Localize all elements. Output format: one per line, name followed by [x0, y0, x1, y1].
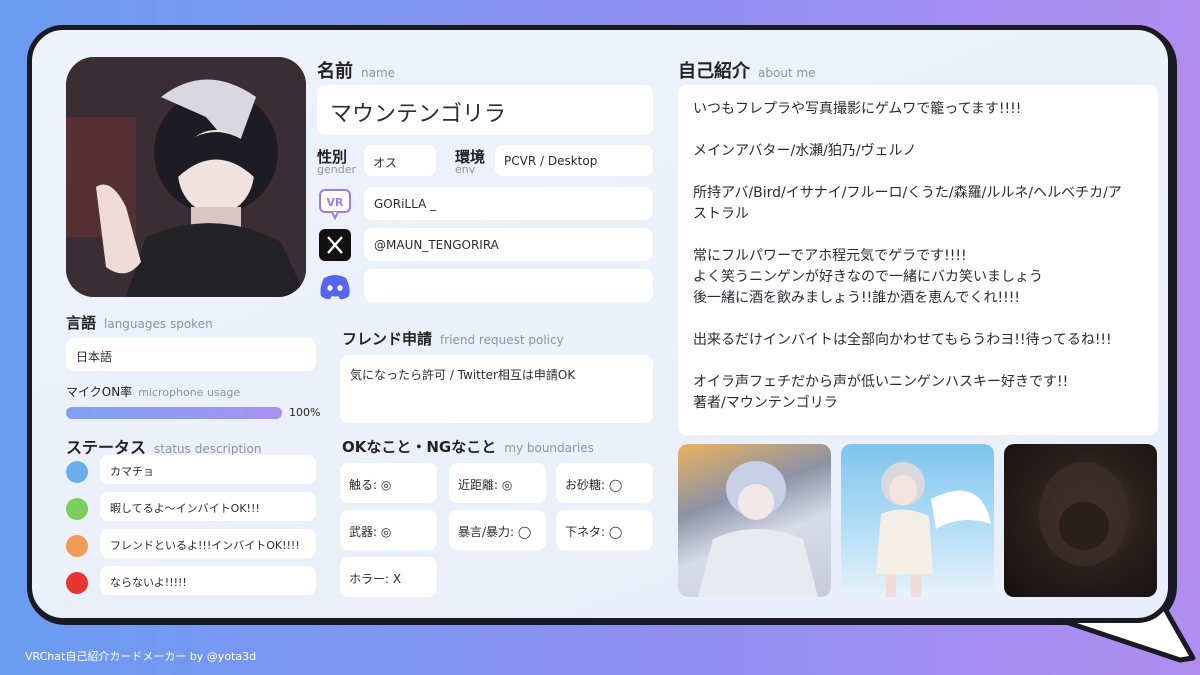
vrchat-icon: VR — [319, 189, 351, 221]
profile-card: 名前 name マウンテンゴリラ 性別 gender オス 環境 env PCVR… — [27, 25, 1173, 623]
languages-label: 言語 languages spoken — [66, 314, 213, 332]
gallery-photo-1 — [678, 444, 831, 597]
languages-field: 日本語 — [66, 338, 316, 371]
mic-label: マイクON率 microphone usage — [66, 385, 241, 399]
boundary-item-text: 下ネタ: ◯ — [565, 525, 623, 539]
avatar-image — [66, 57, 306, 297]
boundary-item-text: ホラー: X — [349, 572, 402, 586]
x-logo-icon — [319, 229, 351, 261]
about-text: いつもフレプラや写真撮影にゲムワで籠ってます!!!! メインアバター/水瀬/狛乃… — [693, 101, 1122, 411]
name-label: 名前 name — [317, 61, 396, 82]
name-value: マウンテンゴリラ — [330, 102, 507, 127]
gender-value: オス — [373, 156, 398, 170]
mic-usage-bar-fill — [66, 407, 282, 419]
footer-credit: VRChat自己紹介カードメーカー by @yota3d — [25, 650, 257, 663]
name-field: マウンテンゴリラ — [317, 85, 653, 135]
discord-icon — [320, 275, 350, 300]
vrchat-id-value: GORiLLA _ — [374, 197, 437, 211]
friend-policy-value: 気になったら許可 / Twitter相互は申請OK — [350, 368, 576, 382]
status-dot — [66, 461, 88, 483]
vrchat-id-field: GORiLLA _ — [364, 187, 653, 220]
boundaries-label: OKなこと・NGなこと my boundaries — [342, 438, 594, 456]
about-label: 自己紹介 about me — [678, 61, 816, 82]
boundary-item: お砂糖: ◯ — [556, 463, 653, 503]
status-item: ならないよ!!!!! — [100, 566, 316, 595]
friend-policy-field: 気になったら許可 / Twitter相互は申請OK — [340, 355, 653, 423]
boundary-item: 近距離: ◎ — [449, 463, 546, 503]
status-dot — [66, 498, 88, 520]
status-item-text: 暇してるよ〜インバイトOK!!! — [110, 502, 260, 515]
boundary-item-text: 暴言/暴力: ◯ — [458, 525, 532, 539]
env-field: PCVR / Desktop — [495, 145, 653, 176]
friend-policy-label: フレンド申請 friend request policy — [342, 330, 564, 348]
status-item-text: フレンドといるよ!!!インバイトOK!!!! — [110, 539, 300, 552]
gender-label-en: gender — [317, 163, 356, 176]
status-item-text: カマチョ — [110, 465, 154, 478]
env-value: PCVR / Desktop — [504, 154, 598, 168]
languages-value: 日本語 — [76, 350, 113, 364]
status-dot — [66, 535, 88, 557]
boundary-item-text: 触る: ◎ — [349, 478, 392, 492]
gallery-photo-2 — [841, 444, 994, 597]
status-item: カマチョ — [100, 455, 316, 484]
gallery-photo-3 — [1004, 444, 1157, 597]
gender-field: オス — [364, 145, 436, 176]
env-label-en: env — [455, 163, 476, 176]
status-item-text: ならないよ!!!!! — [110, 576, 187, 589]
discord-field — [364, 269, 653, 302]
status-item: 暇してるよ〜インバイトOK!!! — [100, 492, 316, 521]
boundary-item: 触る: ◎ — [340, 463, 437, 503]
boundary-item: ホラー: X — [340, 557, 437, 597]
status-dot — [66, 572, 88, 594]
boundary-item-text: 近距離: ◎ — [458, 478, 513, 492]
mic-percent: 100% — [289, 406, 321, 419]
boundary-item: 暴言/暴力: ◯ — [449, 510, 546, 550]
svg-text:VR: VR — [327, 196, 345, 209]
boundary-item: 武器: ◎ — [340, 510, 437, 550]
mic-usage-bar — [66, 407, 282, 419]
status-item: フレンドといるよ!!!インバイトOK!!!! — [100, 529, 316, 558]
boundary-item-text: 武器: ◎ — [349, 525, 392, 539]
boundary-item: 下ネタ: ◯ — [556, 510, 653, 550]
x-handle-value: @MAUN_TENGORIRA — [374, 238, 499, 252]
boundary-item-text: お砂糖: ◯ — [565, 478, 623, 492]
x-handle-field: @MAUN_TENGORIRA — [364, 228, 653, 261]
